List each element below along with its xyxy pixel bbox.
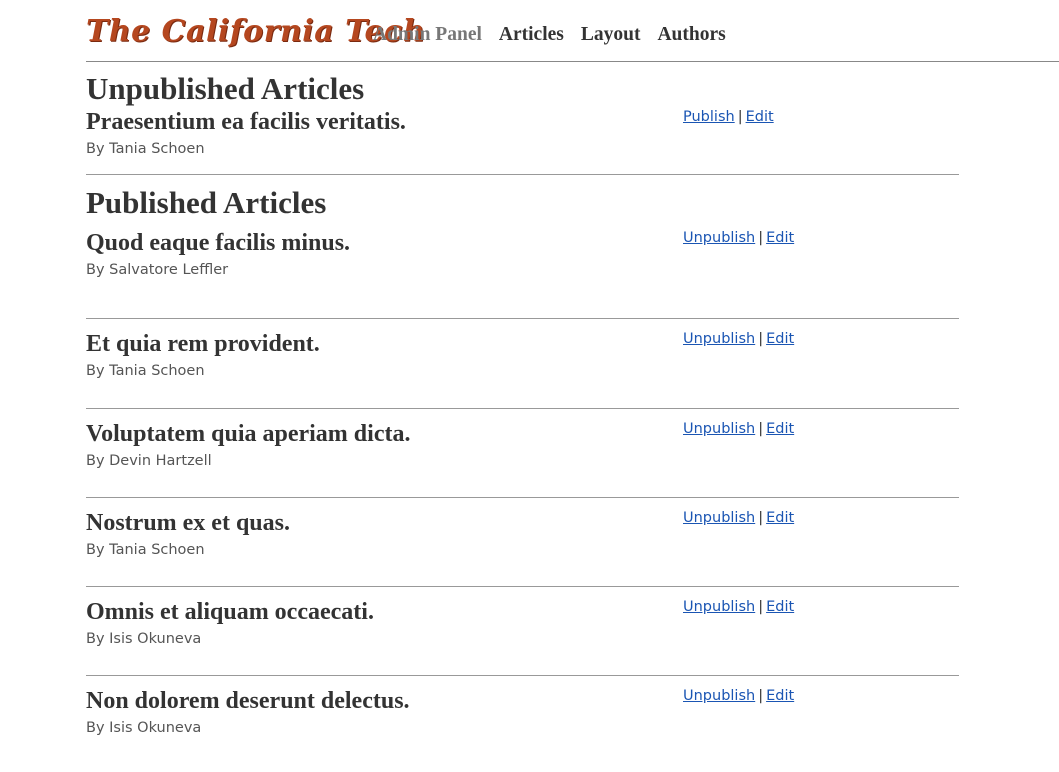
article-row: Praesentium ea facilis veritatis. By Tan…	[86, 109, 959, 175]
site-header: The California Tech Admin Panel Articles…	[0, 0, 1059, 62]
action-separator: |	[758, 510, 764, 526]
published-section-title: Published Articles	[86, 185, 327, 220]
unpublish-link[interactable]: Unpublish	[683, 688, 755, 704]
nav-layout[interactable]: Layout	[581, 24, 641, 46]
article-author: By Salvatore Leffler	[86, 262, 229, 278]
article-title: Praesentium ea facilis veritatis.	[86, 109, 406, 135]
article-author: By Isis Okuneva	[86, 631, 202, 647]
nav-admin-panel[interactable]: Admin Panel	[373, 24, 482, 46]
action-separator: |	[758, 230, 764, 246]
top-nav: Admin Panel Articles Layout Authors	[373, 24, 743, 46]
unpublished-section-title: Unpublished Articles	[86, 71, 365, 106]
main-content: Unpublished Articles Praesentium ea faci…	[86, 62, 959, 764]
article-actions: Unpublish | Edit	[683, 599, 794, 615]
article-title: Voluptatem quia aperiam dicta.	[86, 421, 411, 447]
action-separator: |	[758, 599, 764, 615]
publish-link[interactable]: Publish	[683, 109, 735, 125]
article-author: By Isis Okuneva	[86, 720, 202, 736]
edit-link[interactable]: Edit	[766, 230, 794, 246]
action-separator: |	[737, 109, 743, 125]
unpublish-link[interactable]: Unpublish	[683, 510, 755, 526]
article-actions: Unpublish | Edit	[683, 688, 794, 704]
article-title: Non dolorem deserunt delectus.	[86, 688, 410, 714]
article-row: Non dolorem deserunt delectus. By Isis O…	[86, 676, 959, 764]
article-row: Nostrum ex et quas. By Tania Schoen Unpu…	[86, 498, 959, 587]
edit-link[interactable]: Edit	[766, 599, 794, 615]
unpublish-link[interactable]: Unpublish	[683, 230, 755, 246]
unpublish-link[interactable]: Unpublish	[683, 599, 755, 615]
article-actions: Unpublish | Edit	[683, 421, 794, 437]
edit-link[interactable]: Edit	[746, 109, 774, 125]
article-author: By Tania Schoen	[86, 363, 205, 379]
unpublish-link[interactable]: Unpublish	[683, 421, 755, 437]
article-row: Omnis et aliquam occaecati. By Isis Okun…	[86, 587, 959, 676]
nav-articles[interactable]: Articles	[499, 24, 564, 46]
action-separator: |	[758, 421, 764, 437]
action-separator: |	[758, 688, 764, 704]
nav-authors[interactable]: Authors	[657, 24, 725, 46]
article-actions: Unpublish | Edit	[683, 510, 794, 526]
edit-link[interactable]: Edit	[766, 688, 794, 704]
article-title: Quod eaque facilis minus.	[86, 230, 351, 256]
article-author: By Devin Hartzell	[86, 453, 212, 469]
article-title: Omnis et aliquam occaecati.	[86, 599, 374, 625]
unpublish-link[interactable]: Unpublish	[683, 331, 755, 347]
article-row: Quod eaque facilis minus. By Salvatore L…	[86, 230, 959, 319]
edit-link[interactable]: Edit	[766, 331, 794, 347]
article-row: Voluptatem quia aperiam dicta. By Devin …	[86, 409, 959, 498]
article-actions: Publish | Edit	[683, 109, 774, 125]
action-separator: |	[758, 331, 764, 347]
article-author: By Tania Schoen	[86, 542, 205, 558]
article-row: Et quia rem provident. By Tania Schoen U…	[86, 319, 959, 409]
article-actions: Unpublish | Edit	[683, 230, 794, 246]
edit-link[interactable]: Edit	[766, 421, 794, 437]
edit-link[interactable]: Edit	[766, 510, 794, 526]
article-actions: Unpublish | Edit	[683, 331, 794, 347]
article-author: By Tania Schoen	[86, 141, 205, 157]
article-title: Et quia rem provident.	[86, 331, 320, 357]
article-title: Nostrum ex et quas.	[86, 510, 290, 536]
